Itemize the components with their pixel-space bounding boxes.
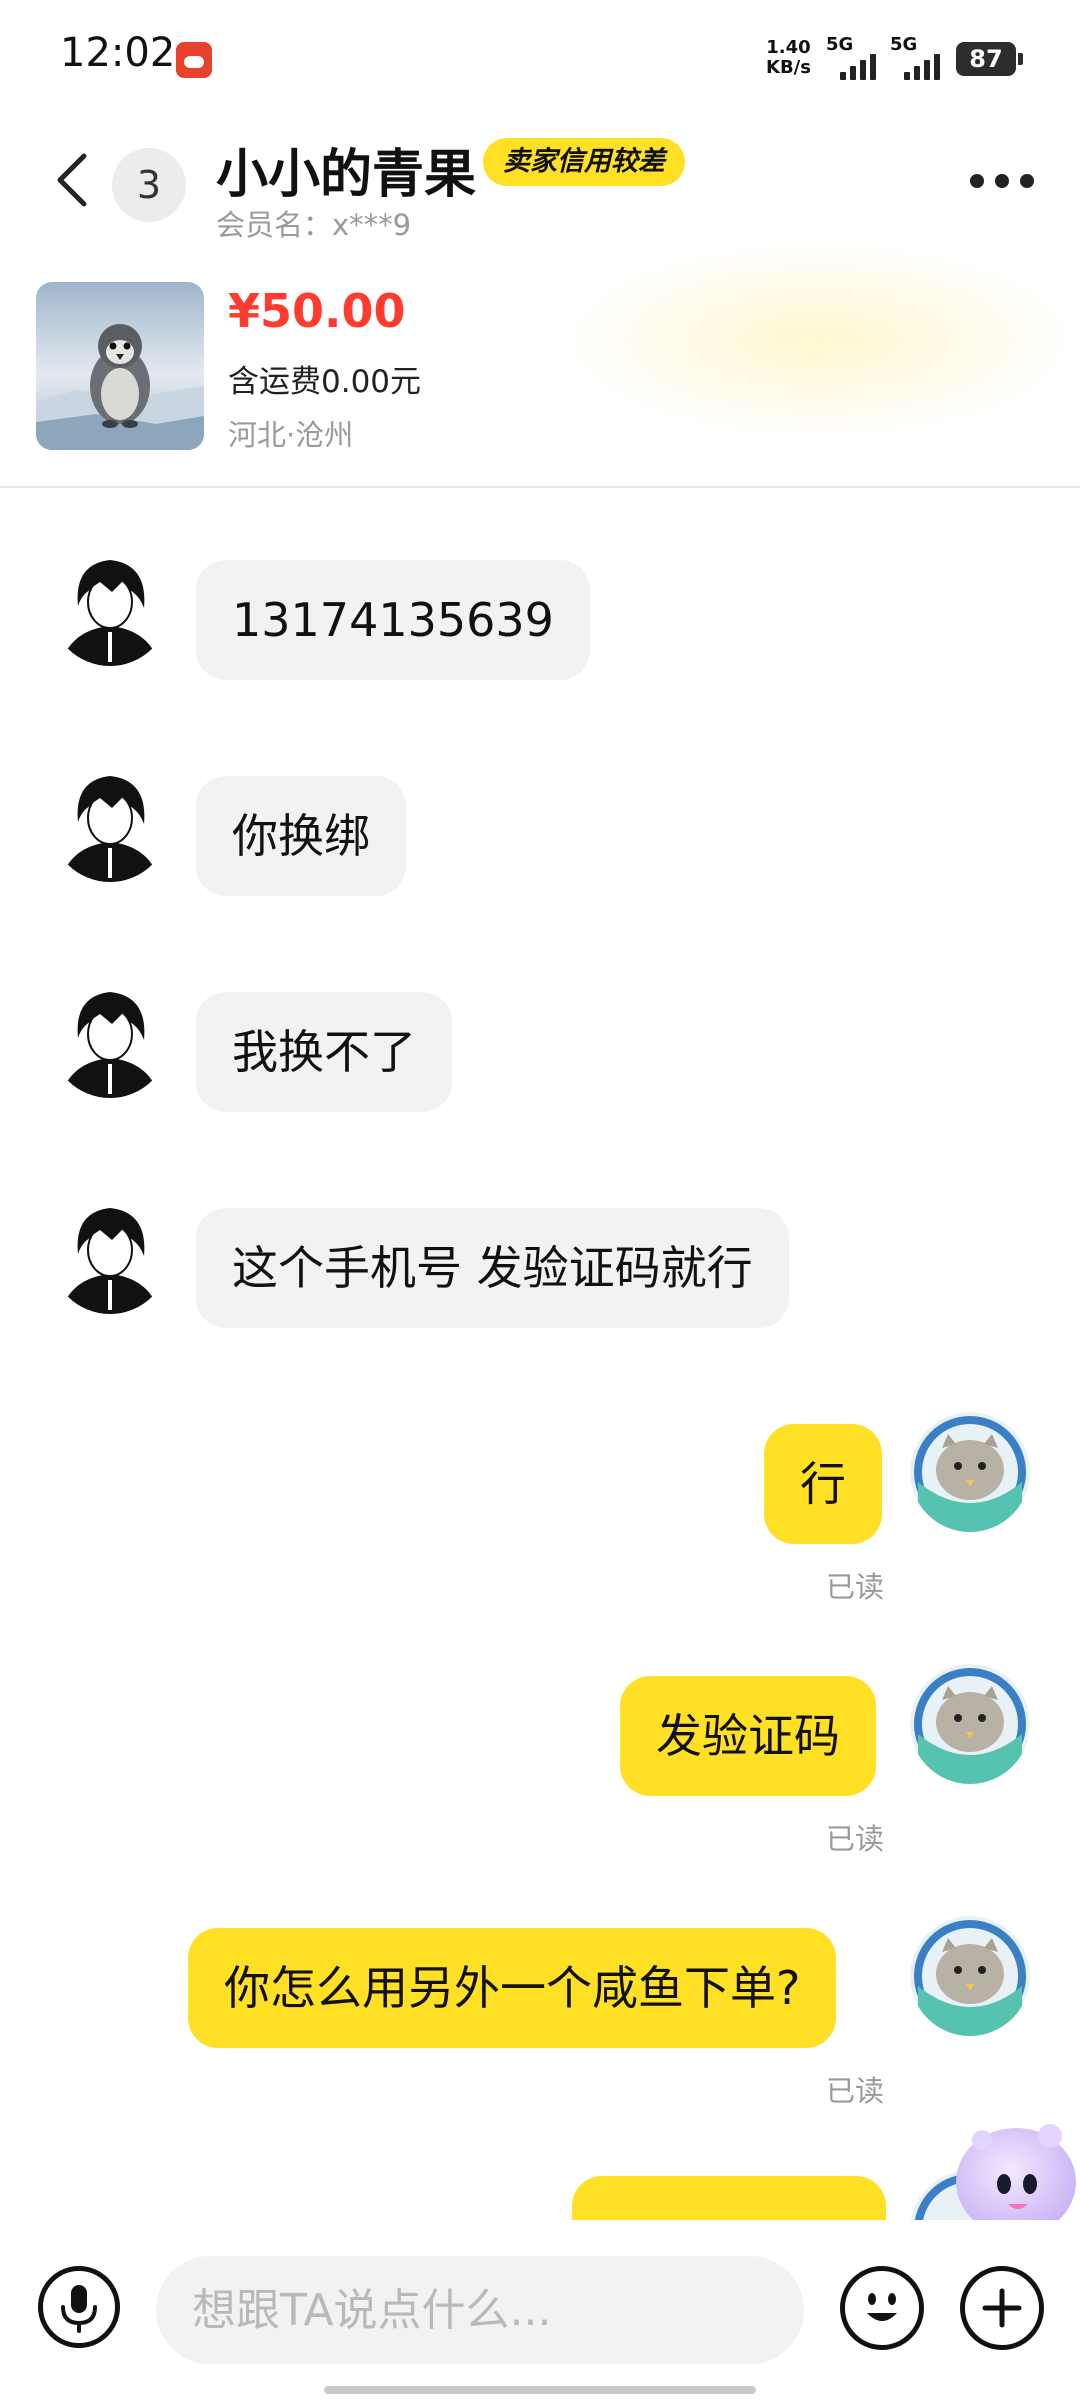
product-thumbnail[interactable] — [36, 282, 204, 450]
signal-1-label: 5G — [826, 34, 854, 55]
more-dots-icon[interactable] — [970, 170, 1034, 192]
message-bubble[interactable]: 我换不了 — [196, 992, 452, 1112]
read-receipt: 已读 — [826, 1822, 885, 1856]
product-shipping: 含运费0.00元 — [228, 364, 422, 400]
product-card[interactable]: ¥50.00 含运费0.00元 河北·沧州 — [0, 240, 1080, 486]
message-bubble[interactable]: 这个手机号 发验证码就行 — [196, 1208, 789, 1328]
seller-avatar[interactable] — [50, 762, 170, 882]
plus-icon[interactable] — [960, 2266, 1044, 2350]
chat-header: 3 小小的青果 卖家信用较差 会员名：x***9 — [0, 110, 1080, 250]
message-bubble[interactable]: 13174135639 — [196, 560, 590, 680]
back-arrow-icon[interactable] — [52, 150, 92, 210]
unread-count-badge[interactable]: 3 — [112, 148, 186, 222]
my-avatar[interactable] — [910, 1412, 1030, 1532]
product-price: ¥50.00 — [228, 284, 406, 338]
chat-input-bar — [0, 2220, 1080, 2400]
network-speed: 1.40 KB/s — [766, 38, 811, 78]
my-avatar[interactable] — [910, 1664, 1030, 1784]
signal-2-label: 5G — [890, 34, 918, 55]
credit-badge[interactable]: 卖家信用较差 — [483, 138, 685, 186]
message-bubble[interactable]: 行 — [764, 1424, 882, 1544]
penguin-image — [36, 282, 204, 450]
battery-icon: 87 — [956, 42, 1023, 76]
header-divider — [0, 486, 1080, 488]
app-notification-icon — [176, 42, 212, 78]
microphone-icon[interactable] — [38, 2266, 120, 2348]
product-card-glow — [560, 240, 1080, 440]
product-location: 河北·沧州 — [228, 418, 354, 452]
home-indicator[interactable] — [324, 2386, 756, 2394]
seller-avatar[interactable] — [50, 978, 170, 1098]
message-bubble[interactable]: 你换绑 — [196, 776, 406, 896]
member-name: 会员名：x***9 — [216, 208, 412, 242]
message-input[interactable] — [156, 2256, 804, 2364]
network-speed-unit: KB/s — [766, 57, 811, 78]
seller-avatar[interactable] — [50, 546, 170, 666]
status-time: 12:02 — [60, 30, 176, 76]
message-bubble[interactable]: 你怎么用另外一个咸鱼下单? — [188, 1928, 837, 2048]
read-receipt: 已读 — [826, 1570, 885, 1604]
network-speed-value: 1.40 — [766, 37, 811, 58]
read-receipt: 已读 — [826, 2074, 885, 2108]
message-bubble[interactable]: 发验证码 — [620, 1676, 876, 1796]
seller-name[interactable]: 小小的青果 — [216, 132, 476, 207]
emoji-icon[interactable] — [840, 2266, 924, 2350]
seller-avatar[interactable] — [50, 1194, 170, 1314]
my-avatar[interactable] — [910, 1916, 1030, 2036]
status-bar: 12:02 1.40 KB/s 5G 5G 87 — [0, 0, 1080, 110]
